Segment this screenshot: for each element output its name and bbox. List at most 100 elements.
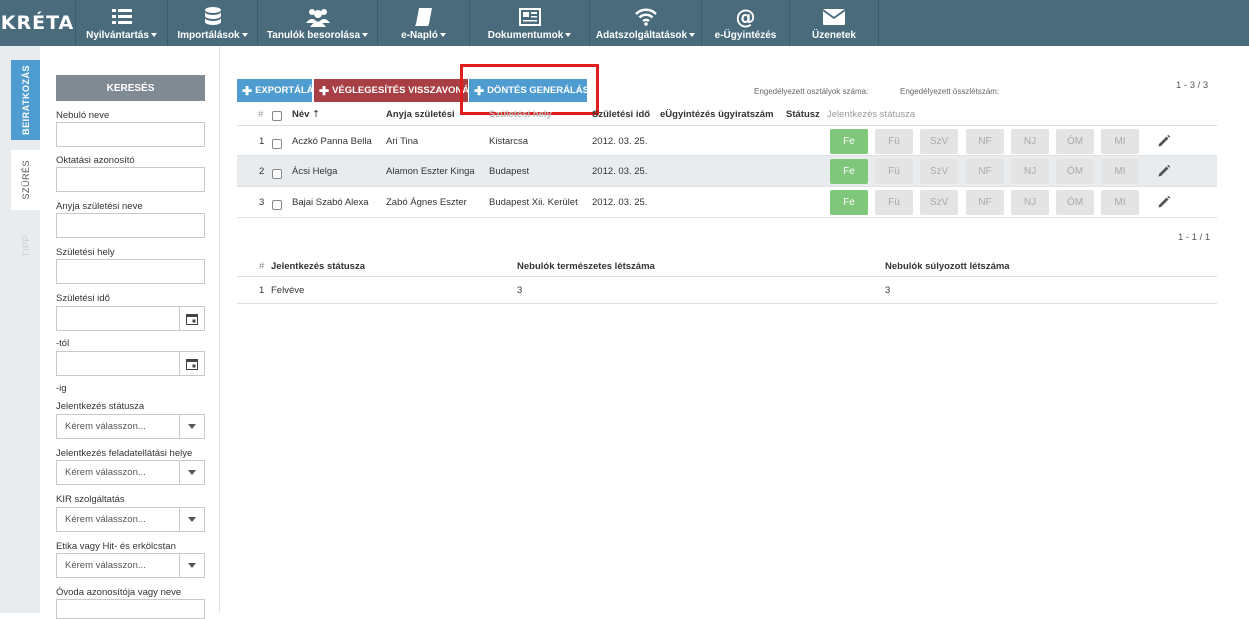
nav-e-naplo[interactable]: e-Napló: [377, 0, 469, 46]
button-label: EXPORTÁLÁS: [255, 85, 312, 96]
row-nev: Bajai Szabó Alexa: [292, 197, 369, 208]
pager-top: 1 - 3 / 3: [1176, 80, 1209, 91]
divider: [237, 303, 1217, 304]
calendar-icon[interactable]: [179, 307, 204, 330]
status-mi[interactable]: MI: [1101, 159, 1139, 184]
szuletesi-ido-tol-input[interactable]: [56, 306, 205, 331]
chevron-down-icon: [179, 554, 204, 577]
tab-szures[interactable]: SZŰRÉS: [11, 150, 40, 210]
status-nf[interactable]: NF: [966, 159, 1004, 184]
status-mi[interactable]: MI: [1101, 190, 1139, 215]
status-szv[interactable]: SzV: [920, 190, 958, 215]
status-fu[interactable]: Fü: [875, 190, 913, 215]
row-szul-hely: Budapest: [489, 166, 530, 177]
chevron-down-icon: [179, 415, 204, 438]
nav-adatszolgaltatasok[interactable]: Adatszolgáltatások: [589, 0, 701, 46]
feladatellatasi-hely-select[interactable]: Kérem válasszon...: [56, 460, 205, 485]
kreta-logo[interactable]: KRÉTA: [0, 0, 75, 46]
select-all-checkbox[interactable]: [272, 111, 282, 121]
status-szv[interactable]: SzV: [920, 159, 958, 184]
row-checkbox[interactable]: [272, 139, 282, 149]
caret-down-icon: [565, 32, 572, 37]
export-button[interactable]: ✚EXPORTÁLÁS: [237, 79, 312, 102]
row-anyja: Ari Tina: [386, 136, 419, 147]
status-om[interactable]: ÓM: [1056, 190, 1094, 215]
label-nebulo-neve: Nebuló neve: [56, 110, 110, 121]
logo-text: KRÉTA: [0, 12, 75, 34]
nav-tanulok-besorolasa[interactable]: Tanulók besorolása: [257, 0, 377, 46]
col-statusz[interactable]: Státusz: [786, 109, 820, 120]
tab-label: BEIRATKOZÁS: [20, 65, 31, 135]
list-icon: [111, 6, 132, 28]
status-fu[interactable]: Fü: [875, 159, 913, 184]
nav-e-ugyintezes[interactable]: @ e-Ügyintézés: [701, 0, 789, 46]
search-button[interactable]: KERESÉS: [56, 75, 205, 101]
at-icon: @: [735, 4, 756, 29]
col-szul-hely[interactable]: Születési hely: [489, 109, 552, 120]
etika-select[interactable]: Kérem válasszon...: [56, 553, 205, 578]
status-mi[interactable]: MI: [1101, 129, 1139, 154]
row-anyja: Alamon Eszter Kinga: [386, 166, 475, 177]
status-fe[interactable]: Fe: [830, 129, 868, 154]
tab-tipp[interactable]: TIPP: [11, 216, 40, 276]
kir-szolgaltatas-select[interactable]: Kérem válasszon...: [56, 507, 205, 532]
pager-bottom: 1 - 1 / 1: [1178, 232, 1211, 243]
row-nev: Ácsi Helga: [292, 166, 338, 177]
nav-importalasok[interactable]: Importálások: [167, 0, 257, 46]
button-label: VÉGLEGESÍTÉS VISSZAVONÁSA: [332, 85, 468, 96]
label-szuletesi-hely: Születési hely: [56, 247, 115, 258]
col-nev[interactable]: Név ↑: [292, 109, 320, 120]
label-anyja-szuletesi-neve: Anyja születési neve: [56, 201, 143, 212]
label-tol: -tól: [56, 338, 70, 349]
label-szuletesi-ido: Születési idő: [56, 293, 110, 304]
tab-beiratkozas[interactable]: BEIRATKOZÁS: [11, 60, 40, 140]
nav-nyilvantartas[interactable]: Nyilvántartás: [75, 0, 167, 46]
nav-label: e-Ügyintézés: [714, 29, 777, 41]
oktatasi-azonosito-input[interactable]: [56, 167, 205, 192]
nav-dokumentumok[interactable]: Dokumentumok: [469, 0, 589, 46]
status-om[interactable]: ÓM: [1056, 159, 1094, 184]
ovoda-input[interactable]: [56, 599, 205, 619]
status-fu[interactable]: Fü: [875, 129, 913, 154]
row-nev: Aczkó Panna Bella: [292, 136, 372, 147]
summary-col-statusz: Jelentkezés státusza: [271, 261, 365, 272]
engedelyezett-osszletszam-label: Engedélyezett összlétszám:: [900, 87, 1000, 96]
col-anyja[interactable]: Anyja születési: [386, 109, 455, 120]
anyja-szuletesi-neve-input[interactable]: [56, 213, 205, 238]
status-fe[interactable]: Fe: [830, 159, 868, 184]
pencil-icon[interactable]: [1157, 134, 1171, 153]
status-nf[interactable]: NF: [966, 129, 1004, 154]
nav-uzenetek[interactable]: Üzenetek: [789, 0, 879, 46]
status-om[interactable]: ÓM: [1056, 129, 1094, 154]
calendar-icon[interactable]: [179, 352, 204, 375]
row-checkbox[interactable]: [272, 169, 282, 179]
col-szul-ido[interactable]: Születési idő: [592, 109, 650, 120]
table-row: 1 Aczkó Panna Bella Ari Tina Kistarcsa 2…: [237, 125, 1217, 156]
wifi-icon: [634, 6, 657, 28]
select-value: Kérem válasszon...: [65, 467, 146, 478]
plus-icon: ✚: [319, 83, 330, 98]
row-szul-hely: Kistarcsa: [489, 136, 529, 147]
pencil-icon[interactable]: [1157, 195, 1171, 214]
label-feladatellatasi-hely: Jelentkezés feladatellátási helye: [56, 448, 193, 459]
veglegesites-visszavonasa-button[interactable]: ✚ VÉGLEGESÍTÉS VISSZAVONÁSA: [314, 79, 468, 102]
status-nj[interactable]: NJ: [1011, 159, 1049, 184]
pencil-icon[interactable]: [1157, 164, 1171, 183]
status-nj[interactable]: NJ: [1011, 129, 1049, 154]
row-szul-ido: 2012. 03. 25.: [592, 197, 648, 208]
status-szv[interactable]: SzV: [920, 129, 958, 154]
caret-down-icon: [362, 32, 369, 37]
col-eugyintezes[interactable]: eÜgyintézés ügyiratszám: [660, 109, 774, 120]
summary-col-num: #: [259, 261, 265, 272]
label-jelentkezes-statusza: Jelentkezés státusza: [56, 401, 145, 412]
nav-label: Nyilvántartás: [86, 29, 149, 41]
envelope-icon: [823, 6, 845, 28]
jelentkezes-statusza-select[interactable]: Kérem válasszon...: [56, 414, 205, 439]
status-nf[interactable]: NF: [966, 190, 1004, 215]
nebulo-neve-input[interactable]: [56, 122, 205, 147]
szuletesi-hely-input[interactable]: [56, 259, 205, 284]
status-fe[interactable]: Fe: [830, 190, 868, 215]
status-nj[interactable]: NJ: [1011, 190, 1049, 215]
szuletesi-ido-ig-input[interactable]: [56, 351, 205, 376]
row-checkbox[interactable]: [272, 200, 282, 210]
